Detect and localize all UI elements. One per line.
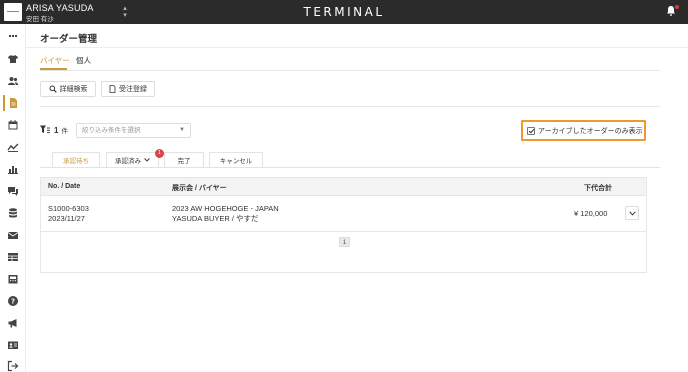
archive-checkbox[interactable] [527,126,535,135]
chevron-down-icon: ▼ [179,127,185,133]
tab-buyer[interactable]: バイヤー [40,55,70,66]
divider [40,70,660,71]
bar-chart-icon[interactable] [7,163,19,175]
exhibition-name: 2023 AW HOGEHOGE - JAPAN [172,204,279,213]
divider [40,106,660,107]
notification-dot [675,5,679,9]
document-icon[interactable] [3,95,19,111]
search-icon [49,85,57,93]
column-header-exhibition-buyer: 展示会 / バイヤー [172,185,227,192]
archive-icon[interactable] [7,273,19,285]
tshirt-icon[interactable] [7,53,19,65]
mail-icon[interactable] [7,229,19,241]
main-content: オーダー管理 バイヤー 個人 詳細検索 受注登録 1件 絞り込み条件を選択 ▼ … [26,24,688,372]
filter-icon [40,125,50,134]
table-icon[interactable] [7,251,19,263]
result-count: 1件 [54,126,68,135]
top-bar: ARISA YASUDA 安田 有沙 ▴ ▾ TERMINAL [0,0,688,24]
expand-row-button[interactable] [625,206,639,220]
grid-icon[interactable] [7,31,19,43]
divider [26,47,688,48]
users-icon[interactable] [7,75,19,87]
svg-text:?: ? [11,298,15,306]
divider [40,167,660,168]
status-tab-approved[interactable]: 承認済み [106,152,159,167]
status-tab-pending[interactable]: 承認待ち [52,152,100,167]
help-icon[interactable]: ? [7,295,19,307]
chat-icon[interactable] [7,185,19,197]
status-tab-cancelled[interactable]: キャンセル [209,152,263,167]
tab-individual[interactable]: 個人 [76,55,91,66]
calendar-icon[interactable] [7,119,19,131]
sidebar: ? [0,24,26,372]
divider [41,231,646,232]
pagination-page[interactable]: 1 [339,237,350,247]
orders-table: No. / Date 展示会 / バイヤー 下代合計 S1000-6303 20… [40,177,647,273]
table-header: No. / Date 展示会 / バイヤー 下代合計 [41,178,646,196]
trend-chart-icon[interactable] [7,141,19,153]
order-register-button[interactable]: 受注登録 [101,81,155,97]
filter-select-placeholder: 絞り込み条件を選択 [82,127,141,134]
column-header-total: 下代合計 [584,185,612,192]
chevron-down-icon [628,210,636,216]
order-number[interactable]: S1000-6303 [48,204,89,214]
buyer-name: YASUDA BUYER / やすだ [172,214,259,223]
detail-search-button[interactable]: 詳細検索 [40,81,96,97]
archive-only-toggle[interactable]: アーカイブしたオーダーのみ表示 [521,120,646,141]
order-total: ¥ 120,000 [574,209,608,218]
order-register-label: 受注登録 [119,86,147,93]
logout-icon[interactable] [7,360,19,372]
document-icon [109,85,116,93]
chevron-down-icon [144,158,150,162]
column-header-no-date: No. / Date [48,183,81,190]
archive-checkbox-label: アーカイブしたオーダーのみ表示 [538,127,643,135]
megaphone-icon[interactable] [7,317,19,329]
id-card-icon[interactable] [7,339,19,351]
approved-count-badge: 1 [155,149,164,158]
brand-logo: TERMINAL [303,5,385,19]
status-tab-completed[interactable]: 完了 [164,152,204,167]
notification-bell-icon[interactable] [665,5,679,19]
order-date: 2023/11/27 [48,214,85,223]
filter-condition-select[interactable]: 絞り込み条件を選択 ▼ [76,123,191,138]
database-icon[interactable] [7,207,19,219]
page-title: オーダー管理 [40,34,98,45]
detail-search-label: 詳細検索 [59,86,88,93]
